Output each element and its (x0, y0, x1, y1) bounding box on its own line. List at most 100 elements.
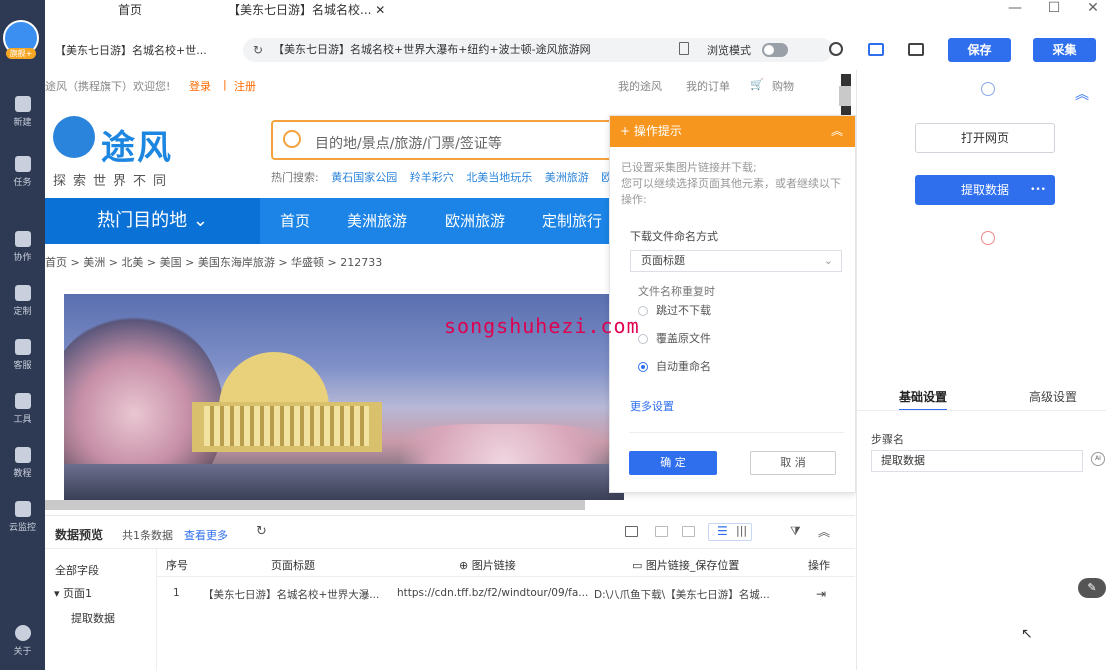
nav-custom[interactable]: 定制旅行 (542, 198, 602, 244)
sidebar-item-cloud[interactable]: 云监控 (0, 501, 45, 533)
horizontal-scrollbar[interactable] (45, 500, 585, 510)
save-button[interactable]: 保存 (948, 38, 1011, 62)
address-bar: 【美东七日游】名城名校+世... ↻ 【美东七日游】名城名校+世界大瀑布+纽约+… (45, 34, 855, 66)
flow-step-open-page[interactable]: 打开网页 (915, 123, 1055, 153)
more-dots-icon[interactable]: ••• (1030, 176, 1046, 204)
table-cell[interactable]: https://cdn.tff.bz/f2/windtour/09/fa... (397, 587, 588, 599)
column-header: ▭ 图片链接_保存位置 (632, 557, 739, 573)
filter-icon[interactable]: ⧩ (790, 524, 801, 539)
tree-extract-data[interactable]: 提取数据 (71, 610, 115, 626)
info-icon (14, 625, 31, 641)
browse-mode-toggle[interactable] (762, 43, 788, 57)
naming-label: 下载文件命名方式 (630, 230, 718, 243)
hot-search-item[interactable]: 羚羊彩穴 (410, 171, 454, 184)
magic-wand-icon[interactable]: ✎ (1078, 578, 1106, 598)
breadcrumb[interactable]: 首页 > 美洲 > 北美 > 美国 > 美国东海岸旅游 > 华盛顿 > 2127… (45, 254, 382, 270)
download-icon[interactable] (655, 526, 668, 537)
tree-page1[interactable]: ▾ 页面1 (54, 585, 92, 601)
search-placeholder: 目的地/景点/旅游/门票/签证等 (315, 136, 502, 152)
stop-icon[interactable] (981, 231, 995, 245)
gear-icon[interactable] (829, 42, 843, 56)
radio-overwrite-label[interactable]: 覆盖原文件 (656, 330, 711, 346)
view-toggle[interactable]: ☰ ||| (708, 523, 752, 541)
tuufun-logo-icon[interactable] (53, 116, 95, 158)
sidebar-item-custom[interactable]: 定制 (0, 285, 45, 317)
radio-auto-rename[interactable] (638, 362, 648, 372)
more-settings-link[interactable]: 更多设置 (630, 398, 674, 414)
naming-select[interactable]: 页面标题 ⌄ (630, 250, 842, 272)
flow-step-extract[interactable]: 提取数据 ••• (915, 175, 1055, 205)
panel-icon[interactable] (868, 43, 884, 56)
login-link[interactable]: 登录 (189, 78, 211, 94)
confirm-button[interactable]: 确 定 (629, 451, 717, 475)
sidebar-item-tutorial[interactable]: 教程 (0, 447, 45, 479)
row-action-icon[interactable]: ⇥ (816, 587, 826, 601)
table-cell[interactable]: D:\八爪鱼下载\【美东七日游】名城... (594, 587, 770, 602)
tab-home[interactable]: 首页 (118, 0, 142, 20)
task-icon (14, 156, 31, 172)
hot-search-item[interactable]: 美洲旅游 (545, 171, 589, 184)
layout-icon[interactable] (908, 43, 924, 56)
data-preview-panel: 数据预览 共1条数据 查看更多 ↻ ☰ ||| ⧩ ︽ 全部字段 ▾ 页面1 提… (45, 515, 855, 671)
column-view-icon[interactable]: ||| (736, 524, 747, 537)
tab-advanced-settings[interactable]: 高级设置 (1029, 388, 1077, 405)
refresh-icon[interactable]: ↻ (256, 524, 267, 539)
play-icon[interactable] (981, 82, 995, 96)
sidebar-item-about[interactable]: 关于 (0, 625, 45, 657)
radio-skip-label[interactable]: 跳过不下载 (656, 302, 711, 318)
page-tab-label[interactable]: 【美东七日游】名城名校+世... (55, 42, 207, 58)
sidebar-item-task[interactable]: 任务 (0, 156, 45, 188)
preview-title: 数据预览 (55, 528, 104, 542)
collapse-up-icon[interactable]: ︽ (1075, 84, 1089, 104)
hot-search-item[interactable]: 北美当地玩乐 (466, 171, 532, 184)
chevron-down-icon: ⌄ (823, 254, 833, 267)
export-icon[interactable] (625, 526, 638, 537)
flow-step-extract-label: 提取数据 (960, 183, 1009, 197)
view-more-link[interactable]: 查看更多 (184, 527, 228, 543)
tree-page1-label: 页面1 (63, 587, 93, 600)
tab-close-icon[interactable]: ✕ (375, 3, 385, 17)
hot-search-item[interactable]: 黄石国家公园 (331, 171, 397, 184)
document-icon[interactable] (679, 42, 689, 55)
column-header: ⊕ 图片链接 (459, 557, 516, 573)
tab-basic-settings[interactable]: 基础设置 (899, 388, 948, 411)
plus-icon (14, 96, 31, 112)
tutorial-icon (14, 447, 31, 463)
sidebar-item-new[interactable]: 新建 (0, 96, 45, 128)
collapse-up-icon[interactable]: ︽ (818, 523, 830, 540)
nav-europe[interactable]: 欧洲旅游 (445, 198, 505, 244)
upload-icon[interactable] (682, 526, 695, 537)
nav-americas[interactable]: 美洲旅游 (347, 198, 407, 244)
hot-destinations-menu[interactable]: 热门目的地 ⌄ (45, 198, 260, 244)
table-cell[interactable]: 【美东七日游】名城名校+世界大瀑... (203, 587, 379, 602)
ai-help-icon[interactable]: AI (1091, 452, 1105, 466)
cart-icon[interactable]: 🛒 (750, 78, 764, 91)
toolbox-icon (14, 393, 31, 409)
site-logo[interactable]: 途风 (101, 120, 173, 169)
preview-header: 数据预览 共1条数据 查看更多 ↻ ☰ ||| ⧩ ︽ (45, 516, 855, 549)
close-window-button[interactable]: ✕ (1083, 0, 1103, 18)
site-search-box[interactable]: 目的地/景点/旅游/门票/签证等 (271, 120, 631, 160)
tab-page[interactable]: 【美东七日游】名城名校... ✕ (228, 0, 385, 20)
list-view-icon[interactable]: ☰ (717, 524, 728, 538)
radio-auto-rename-label[interactable]: 自动重命名 (656, 358, 711, 374)
step-name-input[interactable]: 提取数据 (871, 450, 1083, 472)
nav-home[interactable]: 首页 (280, 198, 310, 244)
memorial-dome (219, 352, 329, 407)
sidebar-item-support[interactable]: 客服 (0, 339, 45, 371)
cancel-button[interactable]: 取 消 (750, 451, 836, 475)
my-orders-link[interactable]: 我的订单 (686, 78, 730, 94)
sidebar-item-collab[interactable]: 协作 (0, 231, 45, 263)
sidebar-item-tools[interactable]: 工具 (0, 393, 45, 425)
refresh-icon[interactable]: ↻ (253, 38, 263, 62)
page-scrollbar-thumb[interactable] (839, 86, 851, 106)
register-link[interactable]: 注册 (234, 78, 256, 94)
tree-all-fields[interactable]: 全部字段 (55, 562, 99, 578)
maximize-button[interactable]: ☐ (1044, 0, 1064, 18)
cart-link[interactable]: 购物 (772, 78, 794, 94)
my-tuufun-link[interactable]: 我的途风 (618, 78, 662, 94)
vip-badge: 旗舰+ (6, 48, 36, 59)
collect-button[interactable]: 采集 (1033, 38, 1096, 62)
minimize-button[interactable]: — (1005, 0, 1025, 18)
collapse-icon[interactable]: ︽ (831, 116, 843, 147)
